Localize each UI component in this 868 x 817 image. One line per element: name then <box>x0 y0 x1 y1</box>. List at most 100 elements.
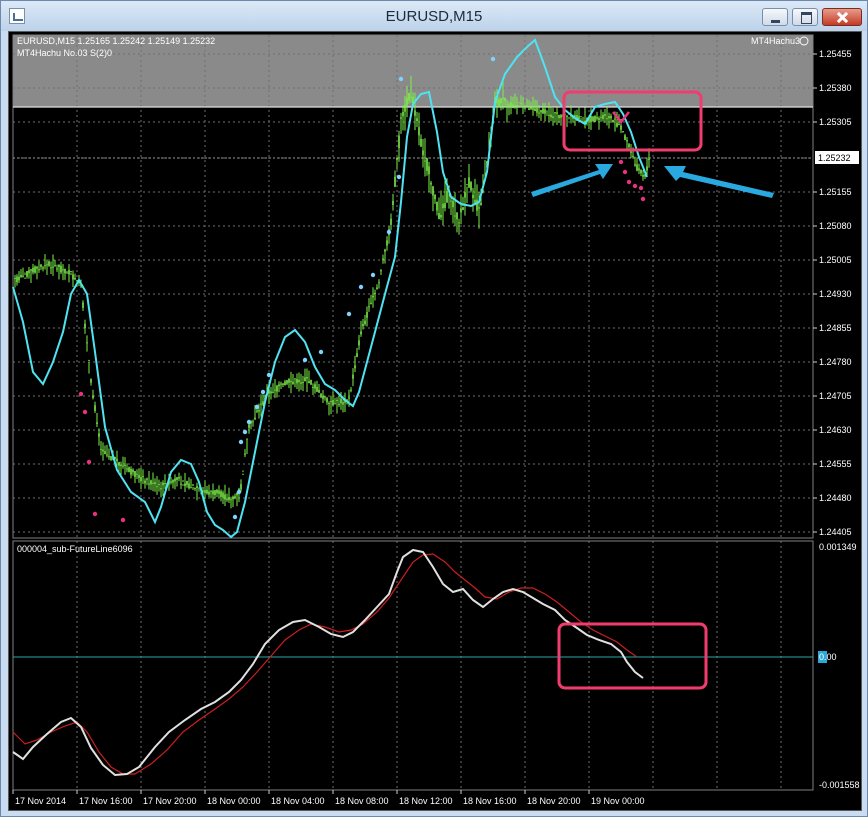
candle-body <box>416 118 418 122</box>
candle-body <box>258 410 260 412</box>
candle-body <box>360 331 362 335</box>
time-tick-label: 18 Nov 08:00 <box>335 796 389 806</box>
candle-body <box>614 118 616 120</box>
candle-body <box>270 391 272 394</box>
candle-body <box>274 389 276 391</box>
down-signal-dot <box>638 185 644 191</box>
up-signal-dot <box>260 389 266 395</box>
candle-body <box>350 389 352 391</box>
candle-body <box>414 110 416 116</box>
candle-body <box>444 203 446 208</box>
candle-body <box>592 116 594 122</box>
candle-body <box>636 164 638 171</box>
candle-body <box>618 123 620 125</box>
candle-body <box>276 385 278 392</box>
sub-panel-frame <box>12 540 814 791</box>
candle-body <box>260 403 262 405</box>
candle-body <box>464 192 466 198</box>
candle-body <box>180 483 182 485</box>
candle-body <box>16 276 18 283</box>
time-tick-label: 17 Nov 20:00 <box>143 796 197 806</box>
candle-body <box>60 265 62 273</box>
candle-body <box>232 496 234 500</box>
price-tick-label: 1.24855 <box>819 323 852 333</box>
candle-body <box>504 97 506 101</box>
candle-body <box>580 116 582 118</box>
candle-body <box>472 194 474 199</box>
maximize-button[interactable] <box>792 8 818 26</box>
candle-body <box>148 483 150 485</box>
candle-body <box>56 268 58 270</box>
candle-body <box>550 114 552 118</box>
candle-body <box>42 267 44 269</box>
candle-body <box>156 486 158 488</box>
time-tick-label: 17 Nov 16:00 <box>79 796 133 806</box>
terminal-window: EURUSD,M15 EURUSD,M15 1.25165 1.25242 1.… <box>0 0 868 817</box>
price-chart[interactable]: EURUSD,M15 1.25165 1.25242 1.25149 1.252… <box>9 32 861 810</box>
candle-body <box>118 462 120 466</box>
candle-body <box>410 97 412 99</box>
candle-body <box>394 176 396 187</box>
candle-body <box>218 490 220 494</box>
up-signal-dot <box>302 357 308 363</box>
down-signal-dot <box>626 179 632 185</box>
candle-body <box>508 104 510 106</box>
candle-body <box>138 475 140 478</box>
up-signal-dot <box>490 56 496 62</box>
candle-body <box>248 424 250 428</box>
candle-body <box>130 468 132 475</box>
candle-body <box>470 181 472 191</box>
sub-tick-label: -0.001558 <box>819 780 860 790</box>
candle-body <box>46 264 48 266</box>
candle-body <box>536 107 538 113</box>
candle-body <box>272 391 274 393</box>
candle-body <box>108 456 110 458</box>
candle-body <box>144 480 146 484</box>
candle-body <box>534 108 536 112</box>
candle-body <box>174 478 176 482</box>
candle-body <box>334 403 336 405</box>
candle-body <box>608 116 610 119</box>
candle-body <box>502 97 504 99</box>
candle-body <box>364 320 366 325</box>
candle-body <box>278 384 280 387</box>
chart-area[interactable]: EURUSD,M15 1.25165 1.25242 1.25149 1.252… <box>8 31 862 811</box>
time-tick-label: 18 Nov 00:00 <box>207 796 261 806</box>
candle-body <box>376 287 378 290</box>
price-tick-label: 1.25080 <box>819 221 852 231</box>
candle-body <box>98 433 100 437</box>
candle-body <box>602 114 604 120</box>
candle-body <box>532 108 534 110</box>
candle-body <box>288 378 290 383</box>
close-button[interactable] <box>822 8 862 26</box>
candle-body <box>234 496 236 499</box>
candle-body <box>596 117 598 119</box>
sub-tick-label: 0.001349 <box>819 542 857 552</box>
candle-body <box>44 265 46 267</box>
candle-body <box>348 397 350 399</box>
price-tick-label: 1.24630 <box>819 425 852 435</box>
candle-body <box>298 379 300 383</box>
candle-body <box>68 270 70 275</box>
candle-body <box>304 377 306 382</box>
candle-body <box>540 110 542 113</box>
candle-body <box>430 182 432 185</box>
up-signal-dot <box>318 349 324 355</box>
candle-body <box>38 269 40 271</box>
candle-body <box>612 119 614 123</box>
candle-body <box>590 116 592 123</box>
candle-body <box>434 194 436 200</box>
candle-body <box>476 199 478 211</box>
candle-body <box>228 497 230 501</box>
minimize-button[interactable] <box>762 8 788 26</box>
title-bar[interactable]: EURUSD,M15 <box>1 1 867 31</box>
time-tick-label: 18 Nov 16:00 <box>463 796 517 806</box>
candle-body <box>552 116 554 119</box>
candle-body <box>164 483 166 485</box>
candle-body <box>24 277 26 279</box>
price-tick-label: 1.25380 <box>819 83 852 93</box>
candle-body <box>170 481 172 483</box>
price-axis: 1.25455 1.25380 1.25305 1.25155 1.25080 1.250… <box>813 49 852 537</box>
candle-body <box>302 382 304 384</box>
up-signal-dot <box>398 76 404 82</box>
